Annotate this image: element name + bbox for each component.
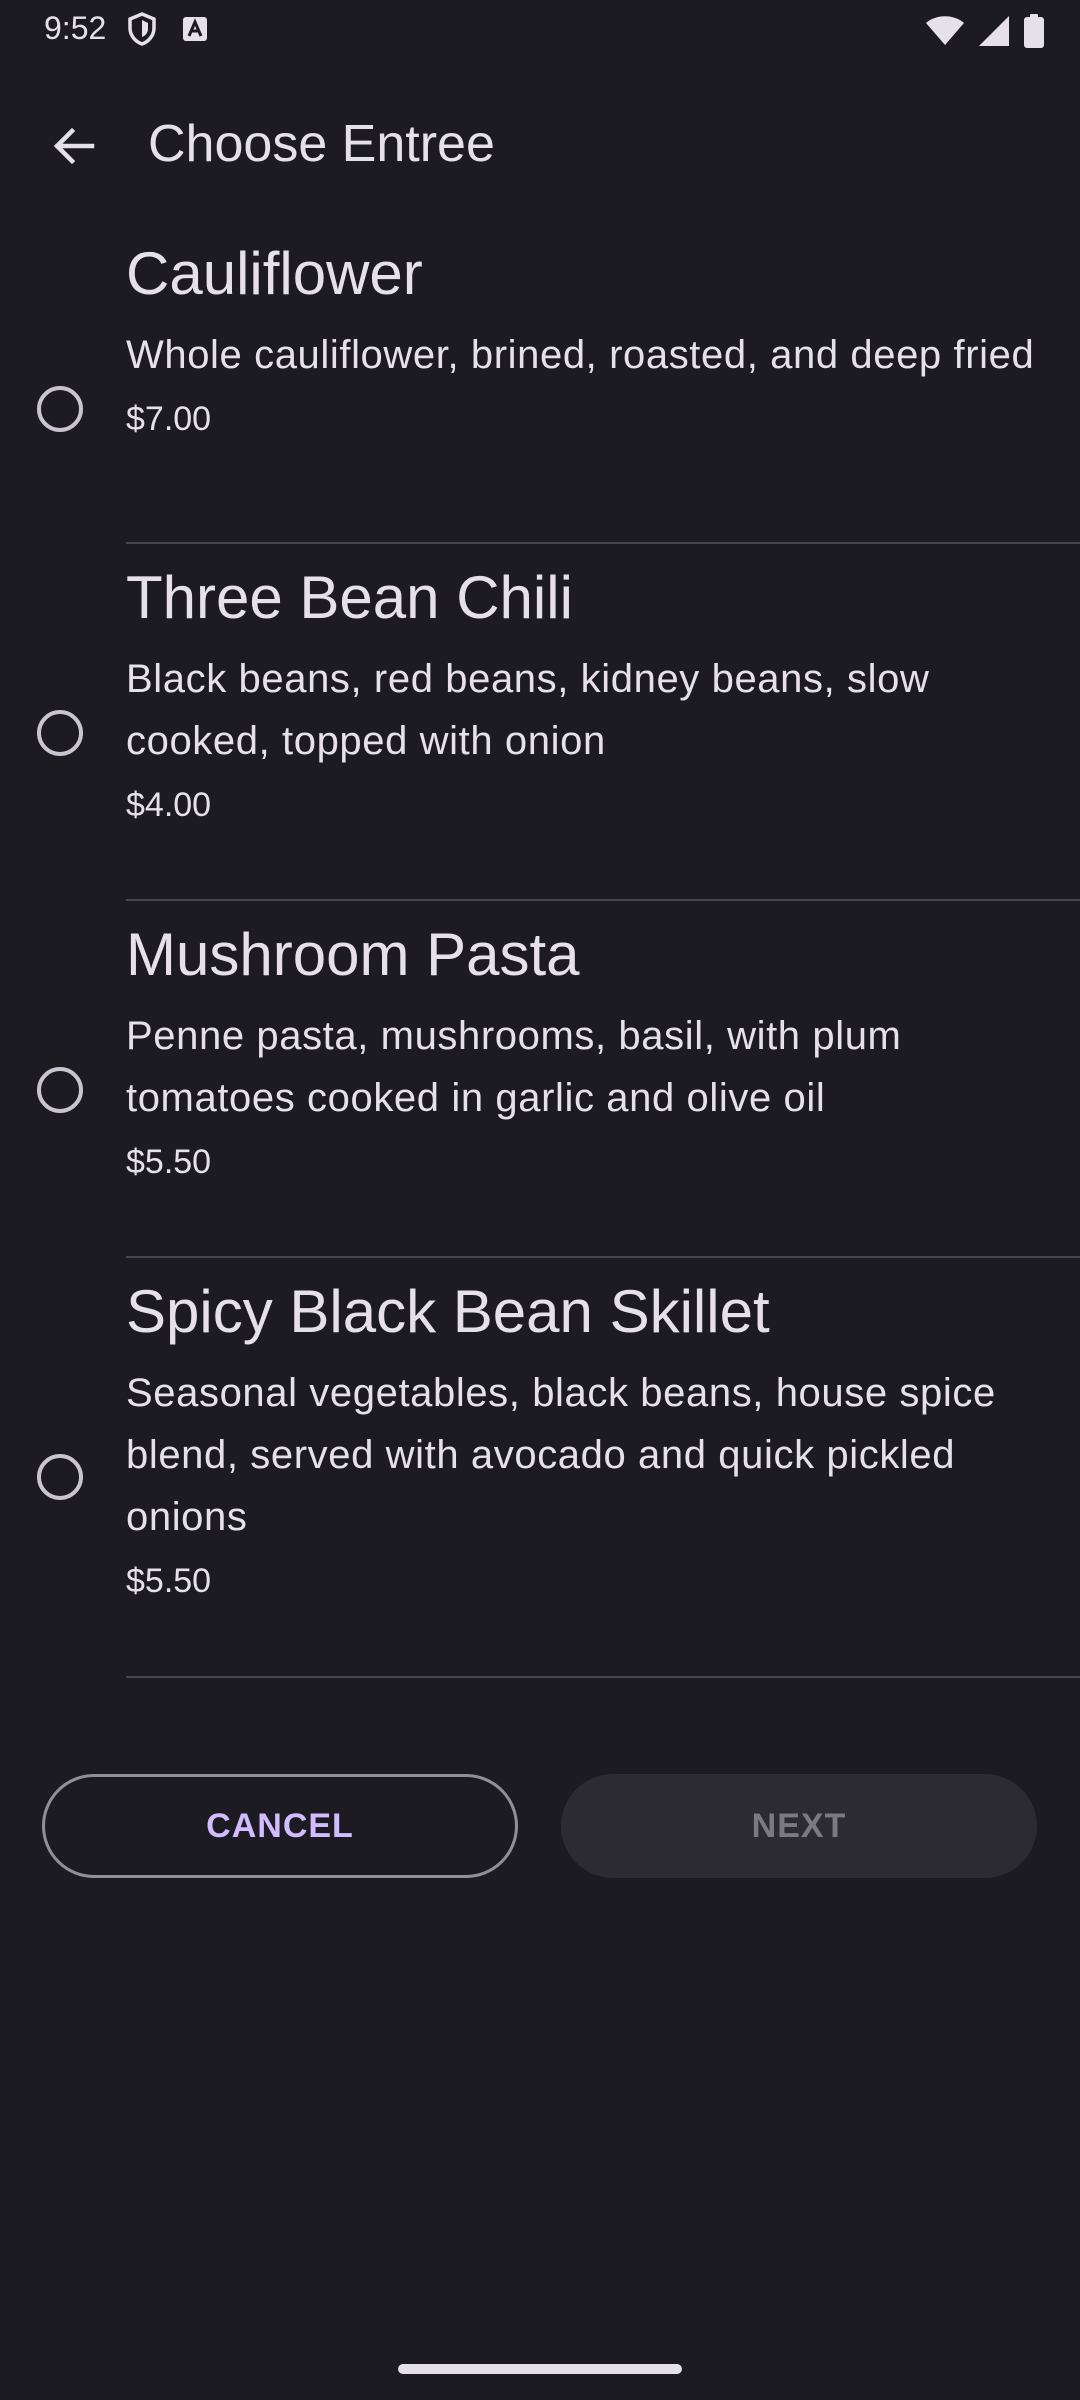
status-time: 9:52 <box>44 10 107 46</box>
next-button[interactable]: NEXT <box>561 1774 1037 1878</box>
autofill-badge-icon <box>182 16 208 47</box>
home-indicator[interactable] <box>398 2364 682 2374</box>
entree-description: Seasonal vegetables, black beans, house … <box>126 1371 996 1539</box>
arrow-back-icon <box>52 124 96 173</box>
radio-button[interactable] <box>37 710 83 756</box>
entree-name: Cauliflower <box>126 240 423 307</box>
entree-name: Mushroom Pasta <box>126 921 580 988</box>
app-bar: Choose Entree <box>0 90 1080 206</box>
entree-name: Spicy Black Bean Skillet <box>126 1278 770 1345</box>
cancel-button[interactable]: CANCEL <box>42 1774 518 1878</box>
entree-item[interactable]: Spicy Black Bean Skillet Seasonal vegeta… <box>0 1258 1080 1678</box>
cellular-signal-icon <box>978 15 1010 52</box>
entree-item[interactable]: Mushroom Pasta Penne pasta, mushrooms, b… <box>0 901 1080 1258</box>
entree-list: Cauliflower Whole cauliflower, brined, r… <box>0 220 1080 1678</box>
radio-button[interactable] <box>37 1454 83 1500</box>
back-button[interactable] <box>44 118 104 178</box>
entree-description: Penne pasta, mushrooms, basil, with plum… <box>126 1014 902 1120</box>
entree-description: Black beans, red beans, kidney beans, sl… <box>126 657 930 763</box>
radio-button[interactable] <box>37 386 83 432</box>
wifi-icon <box>926 16 964 51</box>
entree-price: $5.50 <box>126 1562 212 1600</box>
entree-description: Whole cauliflower, brined, roasted, and … <box>126 333 1035 377</box>
radio-button[interactable] <box>37 1067 83 1113</box>
status-bar: 9:52 <box>0 0 1080 64</box>
entree-price: $5.50 <box>126 1143 212 1181</box>
entree-price: $7.00 <box>126 400 212 438</box>
entree-price: $4.00 <box>126 786 212 824</box>
shield-icon <box>128 12 156 51</box>
page-title: Choose Entree <box>148 115 495 173</box>
divider <box>126 1676 1080 1678</box>
entree-name: Three Bean Chili <box>126 564 573 631</box>
entree-item[interactable]: Three Bean Chili Black beans, red beans,… <box>0 544 1080 901</box>
entree-item[interactable]: Cauliflower Whole cauliflower, brined, r… <box>0 220 1080 544</box>
battery-icon <box>1024 14 1044 53</box>
